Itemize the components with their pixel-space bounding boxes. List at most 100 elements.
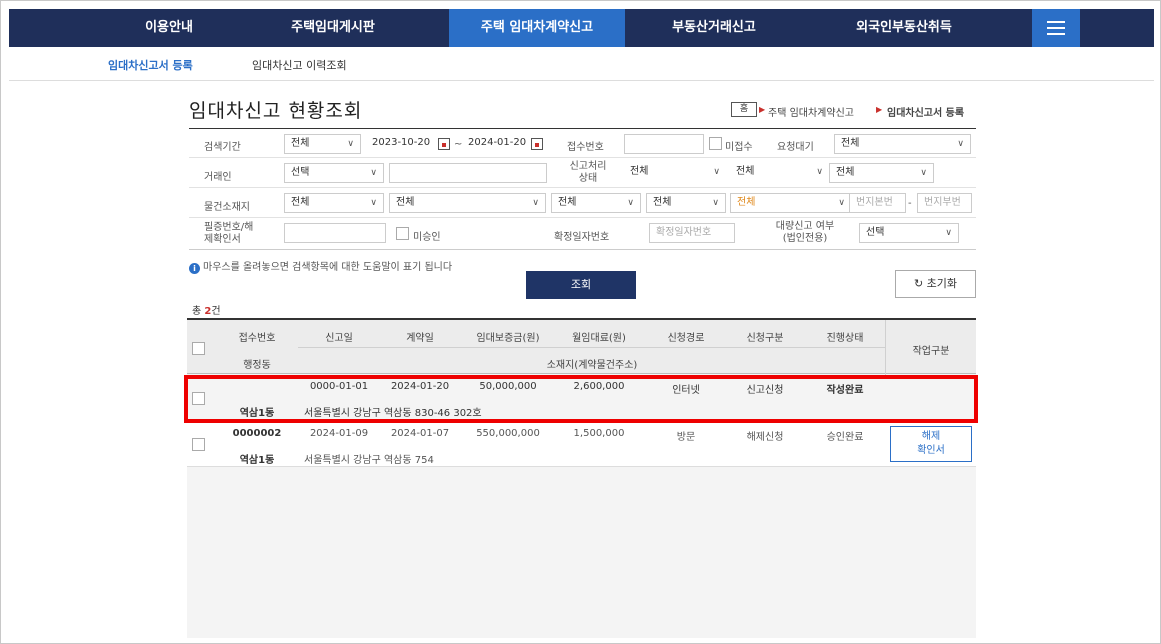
unreceived-checkbox[interactable] bbox=[709, 137, 722, 150]
total-count: 총 2건 bbox=[192, 306, 221, 317]
calendar-icon[interactable] bbox=[438, 138, 450, 150]
chevron-down-icon: ∨ bbox=[816, 167, 823, 177]
table-header: 접수번호 신고일 계약일 임대보증금(원) 월임대료(원) 신청경로 신청구분 … bbox=[187, 318, 976, 375]
subnav-register[interactable]: 임대차신고서 등록 bbox=[108, 57, 193, 73]
process-label: 신고처리 상태 bbox=[569, 161, 607, 184]
info-icon: i bbox=[189, 263, 200, 274]
chevron-down-icon: ∨ bbox=[945, 228, 952, 238]
header-status: 진행상태 bbox=[826, 333, 864, 344]
home-icon[interactable]: 홈 bbox=[731, 102, 757, 117]
cert-button-line2: 확인서 bbox=[917, 445, 945, 456]
search-row: 거래인 선택 ∨ 신고처리 상태 전체 ∨ 전체 ∨ 전체 ∨ bbox=[189, 158, 976, 188]
unapproved-label: 미승인 bbox=[413, 232, 441, 243]
process-select-2[interactable]: 전체 ∨ bbox=[730, 163, 829, 183]
receipt-label: 접수번호 bbox=[567, 142, 604, 153]
page-title: 임대차신고 현황조회 bbox=[189, 100, 363, 122]
property-sigungu-select[interactable]: 전체 ∨ bbox=[389, 193, 546, 213]
cell-request-type: 해제신청 bbox=[746, 432, 784, 443]
hamburger-icon[interactable] bbox=[1032, 9, 1080, 47]
lot-main-input[interactable]: 번지본번 bbox=[849, 193, 906, 213]
breadcrumb-level1[interactable]: 주택 임대차계약신고 bbox=[768, 104, 854, 119]
calendar-icon[interactable] bbox=[531, 138, 543, 150]
nav-item-rental-report[interactable]: 주택 임대차계약신고 bbox=[449, 9, 625, 47]
header-divider bbox=[885, 320, 886, 375]
chevron-down-icon: ∨ bbox=[920, 168, 927, 178]
cell-contract-date: 2024-01-07 bbox=[390, 428, 450, 439]
chevron-down-icon: ∨ bbox=[532, 198, 539, 208]
cert-label: 필증번호/해제확인서 bbox=[204, 222, 254, 245]
chevron-down-icon: ∨ bbox=[627, 198, 634, 208]
request-wait-select[interactable]: 전체 ∨ bbox=[834, 134, 971, 154]
chevron-down-icon: ∨ bbox=[957, 139, 964, 149]
nav-item-rental-board[interactable]: 주택임대게시판 bbox=[275, 9, 391, 47]
reset-button[interactable]: ↻ 초기화 bbox=[895, 270, 976, 298]
breadcrumb-level2: 임대차신고서 등록 bbox=[887, 108, 965, 119]
header-task: 작업구분 bbox=[912, 346, 950, 357]
sub-navigation: 임대차신고서 등록 임대차신고 이력조회 bbox=[9, 47, 1154, 81]
header-divider bbox=[298, 347, 885, 348]
period-label: 검색기간 bbox=[204, 142, 241, 153]
header-channel: 신청경로 bbox=[667, 333, 705, 344]
cancellation-certificate-button[interactable]: 해제 확인서 bbox=[890, 426, 972, 462]
unapproved-checkbox[interactable] bbox=[396, 227, 409, 240]
nav-item-real-estate-report[interactable]: 부동산거래신고 bbox=[654, 9, 774, 47]
cell-channel: 방문 bbox=[676, 432, 696, 443]
header-contract-date: 계약일 bbox=[406, 333, 434, 344]
unreceived-label: 미접수 bbox=[725, 142, 753, 153]
property-sido-select[interactable]: 전체 ∨ bbox=[284, 193, 384, 213]
chevron-down-icon: ∨ bbox=[713, 167, 720, 177]
bulk-select[interactable]: 선택 ∨ bbox=[859, 223, 959, 243]
chevron-down-icon: ∨ bbox=[838, 198, 845, 208]
row-checkbox[interactable] bbox=[192, 438, 205, 451]
property-ri-select[interactable]: 전체 ∨ bbox=[646, 193, 726, 213]
period-select[interactable]: 전체 ∨ bbox=[284, 134, 361, 154]
header-request-type: 신청구분 bbox=[746, 333, 784, 344]
cell-admin-dong: 역삼1동 bbox=[239, 455, 275, 466]
property-dong-select[interactable]: 전체 ∨ bbox=[551, 193, 641, 213]
fixed-date-label: 확정일자번호 bbox=[554, 232, 610, 243]
search-row: 검색기간 전체 ∨ 2023-10-20 ~ 2024-01-20 접수번호 미접… bbox=[189, 129, 976, 158]
fixed-date-input[interactable]: 확정일자번호 bbox=[649, 223, 735, 243]
header-report-date: 신고일 bbox=[325, 333, 353, 344]
header-admin-dong: 행정동 bbox=[243, 360, 271, 371]
receipt-input[interactable] bbox=[624, 134, 704, 154]
table-row[interactable]: 0000002 2024-01-09 2024-01-07 550,000,00… bbox=[187, 422, 976, 467]
party-label: 거래인 bbox=[204, 172, 232, 183]
property-type-select[interactable]: 전체 ∨ bbox=[730, 193, 852, 213]
bulk-label: 대량신고 여부 (법인전용) bbox=[775, 221, 835, 244]
lot-dash: - bbox=[908, 198, 912, 209]
select-all-checkbox[interactable] bbox=[192, 342, 205, 355]
reset-icon: ↻ bbox=[913, 277, 927, 290]
cert-input[interactable] bbox=[284, 223, 386, 243]
lot-sub-input[interactable]: 번지부번 bbox=[917, 193, 972, 213]
help-text: i 마우스를 올려놓으면 검색항목에 대한 도움말이 표기 됩니다 bbox=[189, 258, 452, 274]
cell-receipt-no: 0000002 bbox=[232, 428, 282, 439]
nav-item-guide[interactable]: 이용안내 bbox=[127, 9, 211, 47]
cell-deposit: 550,000,000 bbox=[476, 428, 540, 439]
nav-item-foreign-acquisition[interactable]: 외국인부동산취득 bbox=[829, 9, 979, 47]
process-select-3[interactable]: 전체 ∨ bbox=[829, 163, 934, 183]
chevron-down-icon: ∨ bbox=[712, 198, 719, 208]
breadcrumb-arrow-icon: ▶ bbox=[876, 105, 883, 114]
request-wait-label: 요청대기 bbox=[777, 142, 814, 153]
cell-report-date: 2024-01-09 bbox=[309, 428, 369, 439]
cell-status: 승인완료 bbox=[826, 432, 864, 443]
subnav-history[interactable]: 임대차신고 이력조회 bbox=[252, 57, 347, 73]
search-row: 물건소재지 전체 ∨ 전체 ∨ 전체 ∨ 전체 ∨ 전체 ∨ 번지본번 - 번지부번 bbox=[189, 188, 976, 218]
chevron-down-icon: ∨ bbox=[370, 198, 377, 208]
search-form: 검색기간 전체 ∨ 2023-10-20 ~ 2024-01-20 접수번호 미접… bbox=[189, 128, 976, 250]
header-receipt-no: 접수번호 bbox=[238, 333, 276, 344]
top-navigation: 이용안내 주택임대게시판 주택 임대차계약신고 부동산거래신고 외국인부동산취득 bbox=[9, 9, 1154, 47]
search-row: 필증번호/해제확인서 미승인 확정일자번호 확정일자번호 대량신고 여부 (법인… bbox=[189, 218, 976, 250]
party-select[interactable]: 선택 ∨ bbox=[284, 163, 384, 183]
property-label: 물건소재지 bbox=[204, 202, 250, 213]
search-button[interactable]: 조회 bbox=[526, 271, 636, 299]
breadcrumb-arrow-icon: ▶ bbox=[759, 105, 766, 114]
header-monthly-rent: 월임대료(원) bbox=[572, 333, 626, 344]
highlight-box bbox=[184, 375, 978, 423]
header-address: 소재지(계약물건주소) bbox=[546, 360, 638, 371]
process-select-1[interactable]: 전체 ∨ bbox=[624, 163, 726, 183]
party-input[interactable] bbox=[389, 163, 547, 183]
cell-address[interactable]: 서울특별시 강남구 역삼동 754 bbox=[304, 451, 884, 466]
cell-monthly-rent: 1,500,000 bbox=[573, 428, 625, 439]
